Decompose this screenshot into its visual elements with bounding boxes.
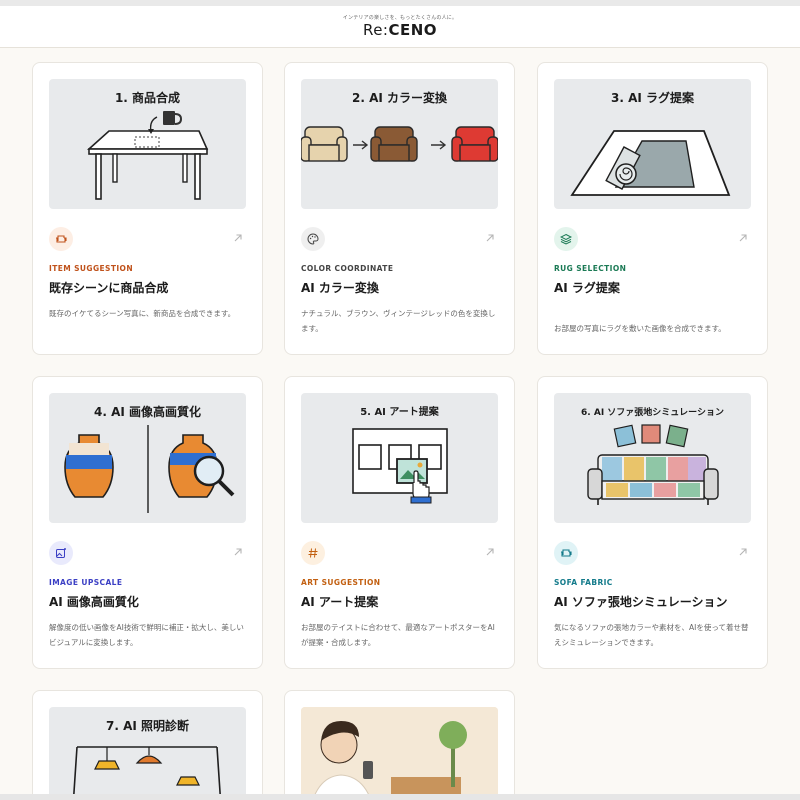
card-thumbnail: 3. AI ラグ提案 [554,79,751,209]
browser-bottom-strip [0,794,800,800]
card-title: 既存シーンに商品合成 [49,281,169,295]
card-thumbnail: 7. AI 照明診断 [49,707,246,800]
arrow-up-right-icon [486,548,494,556]
vase-upscale-illustration [64,425,235,513]
image-sparkle-icon [49,541,73,565]
card-category: ART SUGGESTION [301,578,381,587]
sofa-fabric-illustration [587,424,719,505]
card-title: AI 画像高画質化 [49,595,139,609]
lighting-illustration [72,746,222,800]
card-description: お部屋のテイストに合わせて、最適なアートポスターをAIが提案・合成します。 [301,623,495,647]
hash-icon [301,541,325,565]
card-thumbnail: 1. 商品合成 [49,79,246,209]
palette-icon [301,227,325,251]
card-title: AI ラグ提案 [554,281,620,295]
card-category: IMAGE UPSCALE [49,578,123,587]
arrow-up-right-icon [234,234,242,242]
arrow-up-right-icon [234,548,242,556]
feature-card-lighting[interactable]: 7. AI 照明診断 [32,690,263,800]
feature-card-item-suggestion[interactable]: 1. 商品合成 ITEM SUGGESTION 既存シーンに商品合成 既存のイケ… [32,62,263,355]
card-thumbnail: 6. AI ソファ張地シミュレーション [554,393,751,523]
arrow-up-right-icon [486,234,494,242]
card-description: お部屋の写真にラグを敷いた画像を合成できます。 [554,324,726,333]
card-title: AI カラー変換 [301,281,379,295]
art-poster-illustration [352,428,448,504]
feature-card-art-suggestion[interactable]: 5. AI アート提案 ART SUGGESTION AI アート提案 お部屋の… [284,376,515,669]
feature-card-sofa-fabric[interactable]: 6. AI ソファ張地シミュレーション SOFA FABRIC AI ソファ張地… [537,376,768,669]
sofa-icon [49,227,73,251]
card-category: RUG SELECTION [554,264,627,273]
person-room-illustration [301,707,498,800]
feature-card-photo[interactable] [284,690,515,800]
arrow-up-right-icon [739,548,747,556]
rug-illustration [570,130,731,196]
card-title: AI ソファ張地シミュレーション [554,595,728,609]
feature-card-rug-selection[interactable]: 3. AI ラグ提案 RUG SELECTION AI ラグ提案 お部屋の写真に… [537,62,768,355]
card-thumbnail: 2. AI カラー変換 [301,79,498,209]
card-title: AI アート提案 [301,595,379,609]
card-description: ナチュラル、ブラウン、ヴィンテージレッドの色を変換します。 [301,309,496,333]
card-category: COLOR COORDINATE [301,264,394,273]
card-description: 既存のイケてるシーン写真に、新商品を合成できます。 [49,309,236,318]
layers-icon [554,227,578,251]
site-header: インテリアの楽しさを、もっとたくさんの人に。 Re:CENO [0,6,800,48]
feature-card-color-coordinate[interactable]: 2. AI カラー変換 COLOR COORDINATE AI カラー変換 ナチ… [284,62,515,355]
card-thumbnail: 5. AI アート提案 [301,393,498,523]
card-category: SOFA FABRIC [554,578,613,587]
card-thumbnail: 4. AI 画像高画質化 [49,393,246,523]
card-category: ITEM SUGGESTION [49,264,133,273]
site-logo[interactable]: Re:CENO [363,21,437,39]
feature-card-image-upscale[interactable]: 4. AI 画像高画質化 IMAGE UPSCALE AI 画像高画質化 解像度… [32,376,263,669]
card-description: 気になるソファの張地カラーや素材を、AIを使って着せ替えシミュレーションできます… [554,623,749,647]
card-thumbnail [301,707,498,800]
sofa-color-illustration [301,126,498,162]
sofa-icon [554,541,578,565]
arrow-up-right-icon [739,234,747,242]
table-mug-illustration [86,111,209,200]
card-description: 解像度の低い画像をAI技術で鮮明に補正・拡大し、美しいビジュアルに変換します。 [49,623,244,647]
